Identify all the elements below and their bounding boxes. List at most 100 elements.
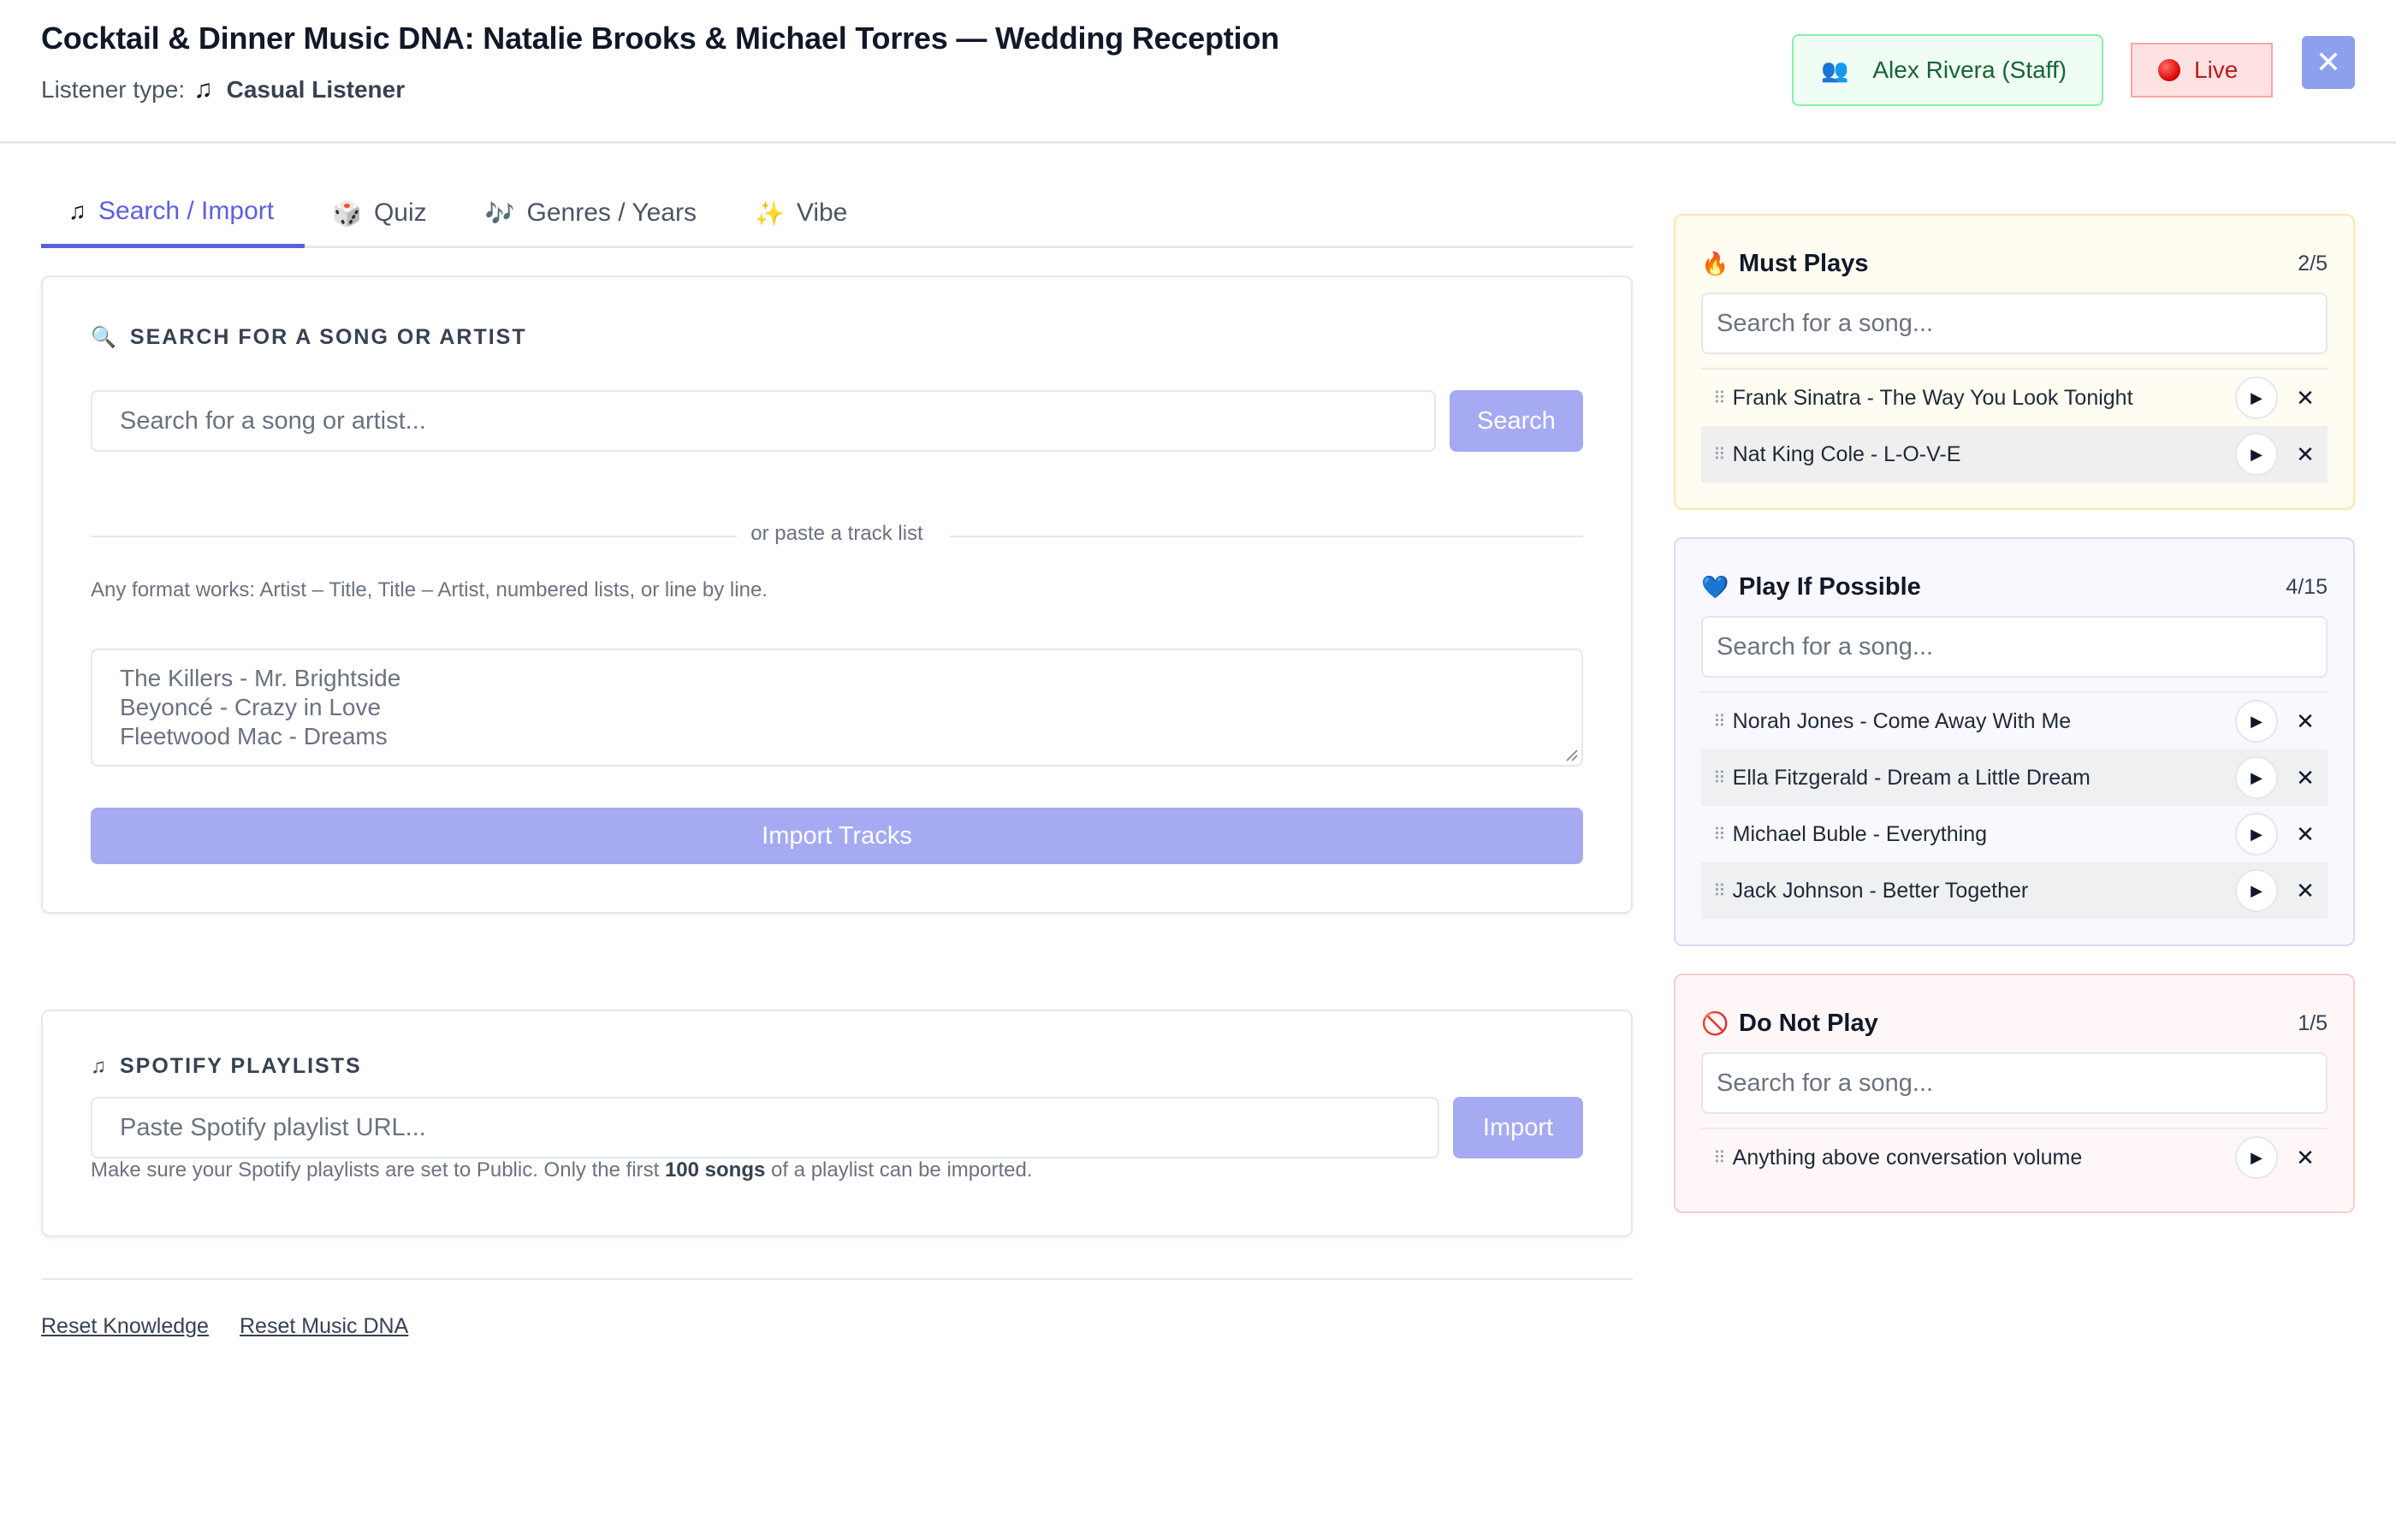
- play-if-possible-search-input[interactable]: Search for a song...: [1701, 616, 2328, 678]
- song-row[interactable]: ⠿ Frank Sinatra - The Way You Look Tonig…: [1701, 370, 2328, 426]
- panel-header: 🚫 Do Not Play 1/5: [1701, 1006, 2328, 1040]
- song-row[interactable]: ⠿ Ella Fitzgerald - Dream a Little Dream…: [1701, 749, 2328, 806]
- live-badge[interactable]: Live: [2131, 43, 2273, 98]
- modal-header: Cocktail & Dinner Music DNA: Natalie Bro…: [0, 0, 2396, 144]
- divider-text: or paste a track list: [737, 522, 937, 545]
- tab-label: Vibe: [796, 198, 848, 227]
- do-not-play-panel: 🚫 Do Not Play 1/5 Search for a song... ⠿…: [1674, 974, 2355, 1213]
- must-plays-list: ⠿ Frank Sinatra - The Way You Look Tonig…: [1701, 368, 2328, 483]
- spotify-section-label: SPOTIFY PLAYLISTS: [120, 1054, 362, 1078]
- users-icon: 👥: [1821, 56, 1849, 83]
- remove-button[interactable]: ✕: [2290, 385, 2321, 412]
- live-dot-icon: [2158, 59, 2180, 81]
- drag-handle-icon[interactable]: ⠿: [1713, 711, 1726, 732]
- placeholder-line: Beyoncé - Crazy in Love: [120, 694, 382, 720]
- panel-count: 1/5: [2298, 1010, 2328, 1035]
- music-note-icon: ♫: [91, 1054, 106, 1078]
- song-row[interactable]: ⠿ Norah Jones - Come Away With Me ▶ ✕: [1701, 693, 2328, 749]
- tab-label: Quiz: [373, 198, 427, 227]
- tab-bar: ♫ Search / Import 🎲 Quiz 🎶 Genres / Year…: [41, 188, 1633, 248]
- fire-icon: 🔥: [1701, 250, 1729, 276]
- resize-handle-icon[interactable]: [1564, 748, 1578, 761]
- tab-search-import[interactable]: ♫ Search / Import: [41, 188, 305, 248]
- search-button[interactable]: Search: [1450, 390, 1583, 452]
- drag-handle-icon[interactable]: ⠿: [1713, 824, 1726, 845]
- drag-handle-icon[interactable]: ⠿: [1713, 880, 1726, 902]
- song-title: Nat King Cole - L-O-V-E: [1732, 441, 1961, 466]
- footer-divider: [41, 1278, 1633, 1280]
- song-row[interactable]: ⠿ Nat King Cole - L-O-V-E ▶ ✕: [1701, 426, 2328, 483]
- song-row[interactable]: ⠿ Jack Johnson - Better Together ▶ ✕: [1701, 862, 2328, 919]
- song-row[interactable]: ⠿ Anything above conversation volume ▶ ✕: [1701, 1129, 2328, 1186]
- prohibited-icon: 🚫: [1701, 1010, 1729, 1036]
- listener-type-label: Listener type:: [41, 76, 186, 103]
- play-button[interactable]: ▶: [2235, 376, 2278, 419]
- remove-button[interactable]: ✕: [2290, 708, 2321, 735]
- song-search-input[interactable]: Search for a song or artist...: [91, 390, 1436, 452]
- placeholder-line: The Killers - Mr. Brightside: [120, 665, 401, 691]
- song-title: Frank Sinatra - The Way You Look Tonight: [1732, 385, 2133, 410]
- song-title: Michael Buble - Everything: [1732, 821, 1988, 846]
- spotify-note: Make sure your Spotify playlists are set…: [91, 1158, 1033, 1182]
- close-button[interactable]: ✕: [2302, 36, 2355, 89]
- listener-type-value: Casual Listener: [226, 76, 406, 103]
- do-not-play-search-input[interactable]: Search for a song...: [1701, 1052, 2328, 1114]
- panel-title: Play If Possible: [1739, 572, 1921, 601]
- tab-genres-years[interactable]: 🎶 Genres / Years: [458, 188, 727, 248]
- do-not-play-list: ⠿ Anything above conversation volume ▶ ✕: [1701, 1128, 2328, 1186]
- search-section-label: SEARCH FOR A SONG OR ARTIST: [129, 325, 527, 349]
- play-button[interactable]: ▶: [2235, 1136, 2278, 1179]
- staff-badge[interactable]: 👥 Alex Rivera (Staff): [1792, 34, 2103, 106]
- play-button[interactable]: ▶: [2235, 700, 2278, 743]
- import-tracks-button[interactable]: Import Tracks: [91, 808, 1583, 864]
- remove-button[interactable]: ✕: [2290, 1145, 2321, 1171]
- track-list-textarea[interactable]: The Killers - Mr. Brightside Beyoncé - C…: [91, 649, 1583, 767]
- drag-handle-icon[interactable]: ⠿: [1713, 388, 1726, 409]
- song-row[interactable]: ⠿ Michael Buble - Everything ▶ ✕: [1701, 806, 2328, 862]
- must-plays-panel: 🔥 Must Plays 2/5 Search for a song... ⠿ …: [1674, 214, 2355, 510]
- panel-header: 💙 Play If Possible 4/15: [1701, 570, 2328, 604]
- dice-icon: 🎲: [332, 199, 362, 227]
- sparkles-icon: ✨: [754, 199, 785, 227]
- play-icon: ▶: [2251, 388, 2263, 406]
- drag-handle-icon[interactable]: ⠿: [1713, 444, 1726, 465]
- search-section-title: 🔍 SEARCH FOR A SONG OR ARTIST: [91, 325, 527, 350]
- play-button[interactable]: ▶: [2235, 756, 2278, 799]
- blue-heart-icon: 💙: [1701, 573, 1729, 600]
- reset-knowledge-link[interactable]: Reset Knowledge: [41, 1314, 209, 1339]
- remove-button[interactable]: ✕: [2290, 765, 2321, 791]
- panel-title: Do Not Play: [1739, 1009, 1878, 1037]
- play-button[interactable]: ▶: [2235, 813, 2278, 856]
- live-label: Live: [2194, 56, 2239, 83]
- spotify-card: ♫ SPOTIFY PLAYLISTS Paste Spotify playli…: [41, 1010, 1633, 1237]
- tab-label: Genres / Years: [526, 198, 697, 227]
- panel-title: Must Plays: [1739, 249, 1869, 277]
- drag-handle-icon[interactable]: ⠿: [1713, 1147, 1726, 1169]
- must-plays-search-input[interactable]: Search for a song...: [1701, 293, 2328, 354]
- spotify-import-button[interactable]: Import: [1453, 1097, 1583, 1158]
- or-divider: or paste a track list: [91, 518, 1583, 553]
- panel-count: 4/15: [2286, 574, 2328, 599]
- remove-button[interactable]: ✕: [2290, 878, 2321, 904]
- song-title: Anything above conversation volume: [1732, 1145, 2083, 1170]
- play-icon: ▶: [2251, 768, 2263, 786]
- remove-button[interactable]: ✕: [2290, 441, 2321, 468]
- tab-vibe[interactable]: ✨ Vibe: [727, 188, 878, 248]
- panel-header: 🔥 Must Plays 2/5: [1701, 246, 2328, 281]
- spotify-url-input[interactable]: Paste Spotify playlist URL...: [91, 1097, 1439, 1158]
- tab-label: Search / Import: [98, 196, 275, 225]
- panel-count: 2/5: [2298, 251, 2328, 275]
- spotify-section-title: ♫ SPOTIFY PLAYLISTS: [91, 1054, 362, 1079]
- song-title: Ella Fitzgerald - Dream a Little Dream: [1732, 765, 2091, 790]
- magnifier-icon: 🔍: [91, 326, 116, 349]
- play-icon: ▶: [2251, 445, 2263, 463]
- drag-handle-icon[interactable]: ⠿: [1713, 767, 1726, 789]
- remove-button[interactable]: ✕: [2290, 821, 2321, 848]
- song-title: Jack Johnson - Better Together: [1732, 878, 2029, 903]
- play-button[interactable]: ▶: [2235, 433, 2278, 476]
- music-notes-icon: 🎶: [484, 199, 515, 227]
- reset-music-dna-link[interactable]: Reset Music DNA: [240, 1314, 408, 1339]
- staff-name: Alex Rivera (Staff): [1872, 56, 2067, 83]
- tab-quiz[interactable]: 🎲 Quiz: [305, 188, 458, 248]
- play-button[interactable]: ▶: [2235, 869, 2278, 912]
